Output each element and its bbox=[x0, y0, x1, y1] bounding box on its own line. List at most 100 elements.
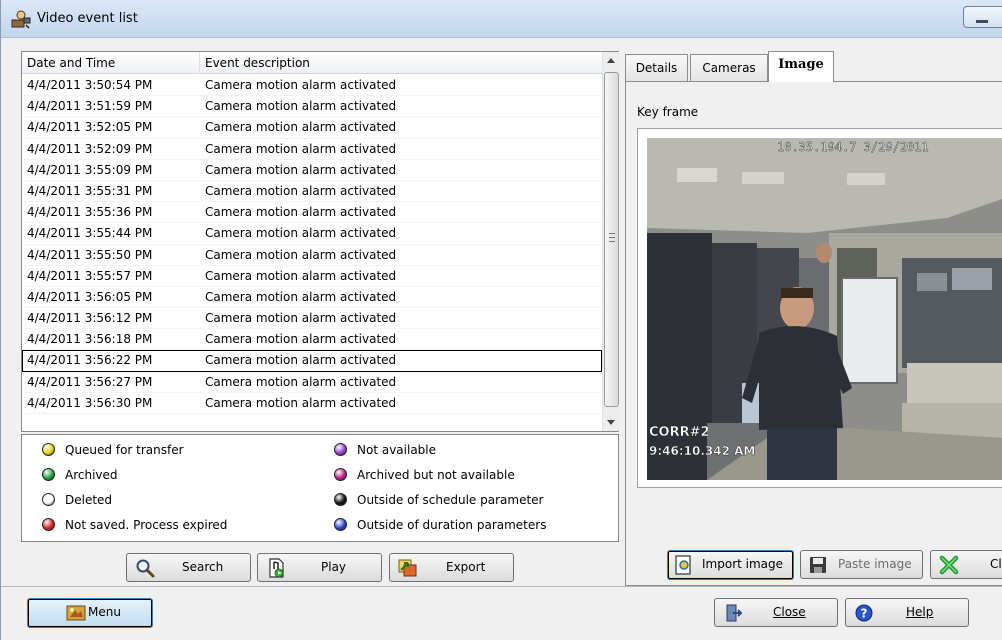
export-icon bbox=[398, 559, 417, 577]
event-date-cell: 4/4/2011 3:55:09 PM bbox=[27, 162, 153, 177]
table-row[interactable]: 4/4/2011 3:55:36 PM Camera motion alarm a… bbox=[22, 202, 602, 224]
event-description-cell: Camera motion alarm activated bbox=[205, 289, 397, 304]
table-row[interactable]: 4/4/2011 3:55:50 PM Camera motion alarm a… bbox=[22, 245, 602, 266]
app-icon bbox=[11, 10, 31, 29]
table-row[interactable]: 4/4/2011 3:56:12 PM Camera motion alarm a… bbox=[22, 308, 602, 330]
event-date-cell: 4/4/2011 3:55:44 PM bbox=[27, 226, 153, 241]
grip-icon bbox=[609, 233, 615, 242]
legend-label: Outside of schedule parameter bbox=[357, 493, 544, 507]
table-row[interactable]: 4/4/2011 3:55:57 PM Camera motion alarm a… bbox=[22, 266, 602, 287]
legend-label: Queued for transfer bbox=[65, 443, 184, 457]
event-description-cell: Camera motion alarm activated bbox=[205, 353, 397, 368]
event-date-cell: 4/4/2011 3:55:31 PM bbox=[27, 183, 153, 198]
event-list[interactable]: Date and Time Event description 4/4/2011… bbox=[21, 51, 619, 432]
video-event-list-window: Video event list Date and Time Event des… bbox=[0, 0, 1002, 640]
play-icon bbox=[269, 558, 284, 578]
import-image-button[interactable]: Import image bbox=[667, 550, 794, 580]
table-row[interactable]: 4/4/2011 3:56:30 PM Camera motion alarm a… bbox=[22, 393, 602, 414]
table-row[interactable]: 4/4/2011 3:56:05 PM Camera motion alarm a… bbox=[22, 287, 602, 309]
export-button[interactable]: Export bbox=[389, 553, 514, 582]
title-bar[interactable]: Video event list bbox=[1, 0, 1002, 38]
status-dot-icon bbox=[334, 468, 347, 481]
status-dot-icon bbox=[334, 443, 347, 456]
table-row[interactable]: 4/4/2011 3:50:54 PM Camera motion alarm a… bbox=[22, 75, 602, 97]
event-description-cell: Camera motion alarm activated bbox=[205, 226, 397, 241]
key-frame-overlay-top: 10.35.194.7 3/29/2011 bbox=[777, 140, 929, 154]
play-label: Play bbox=[321, 560, 347, 574]
key-frame-overlay-camera: CORR#2 bbox=[649, 425, 710, 440]
column-header-description[interactable]: Event description bbox=[200, 52, 602, 74]
help-button[interactable]: ? Help bbox=[845, 598, 969, 627]
legend-label: Not saved. Process expired bbox=[65, 518, 228, 532]
table-row[interactable]: 4/4/2011 3:56:27 PM Camera motion alarm a… bbox=[22, 372, 602, 393]
play-button[interactable]: Play bbox=[257, 553, 382, 582]
status-dot-icon bbox=[42, 493, 55, 506]
legend-label: Not available bbox=[357, 443, 437, 457]
help-label: Help bbox=[906, 605, 934, 619]
event-description-cell: Camera motion alarm activated bbox=[205, 247, 397, 262]
event-description-cell: Camera motion alarm activated bbox=[205, 183, 397, 198]
tab-cameras[interactable]: Cameras bbox=[690, 54, 768, 81]
clear-image-label: Cl bbox=[990, 557, 1002, 571]
legend-label: Deleted bbox=[65, 493, 113, 507]
event-description-cell: Camera motion alarm activated bbox=[205, 268, 397, 283]
export-label: Export bbox=[446, 560, 486, 574]
legend-label: Archived but not available bbox=[357, 468, 515, 482]
status-dot-icon bbox=[42, 518, 55, 531]
legend-label: Outside of duration parameters bbox=[357, 518, 547, 532]
help-icon: ? bbox=[855, 604, 873, 622]
event-date-cell: 4/4/2011 3:55:50 PM bbox=[27, 247, 153, 262]
table-row[interactable]: 4/4/2011 3:56:22 PM Camera motion alarm a… bbox=[22, 350, 602, 372]
menu-label: Menu bbox=[88, 605, 121, 619]
legend-label: Archived bbox=[65, 468, 118, 482]
footer-bar: Menu Close ? Help bbox=[1, 587, 1002, 640]
event-rows: 4/4/2011 3:50:54 PM Camera motion alarm a… bbox=[22, 75, 602, 414]
table-row[interactable]: 4/4/2011 3:55:09 PM Camera motion alarm a… bbox=[22, 160, 602, 181]
table-row[interactable]: 4/4/2011 3:55:31 PM Camera motion alarm a… bbox=[22, 181, 602, 203]
menu-button[interactable]: Menu bbox=[27, 598, 153, 628]
event-description-cell: Camera motion alarm activated bbox=[205, 78, 397, 92]
event-description-cell: Camera motion alarm activated bbox=[205, 374, 397, 389]
exit-door-icon bbox=[726, 604, 743, 622]
clear-image-button[interactable]: Cl bbox=[930, 550, 1002, 579]
search-button[interactable]: Search bbox=[126, 553, 251, 582]
event-date-cell: 4/4/2011 3:52:05 PM bbox=[27, 120, 153, 135]
floppy-icon bbox=[810, 557, 826, 573]
column-header-date[interactable]: Date and Time bbox=[22, 52, 200, 74]
close-button[interactable]: Close bbox=[714, 598, 838, 627]
event-description-cell: Camera motion alarm activated bbox=[205, 162, 397, 177]
scroll-up-arrow-icon[interactable] bbox=[603, 52, 620, 69]
table-row[interactable]: 4/4/2011 3:55:44 PM Camera motion alarm a… bbox=[22, 223, 602, 245]
event-list-scrollbar[interactable] bbox=[602, 52, 619, 431]
close-label: Close bbox=[773, 605, 806, 619]
table-row[interactable]: 4/4/2011 3:52:09 PM Camera motion alarm a… bbox=[22, 139, 602, 160]
scroll-down-arrow-icon[interactable] bbox=[603, 414, 620, 431]
event-date-cell: 4/4/2011 3:50:54 PM bbox=[27, 78, 153, 92]
event-description-cell: Camera motion alarm activated bbox=[205, 311, 397, 326]
scrollbar-thumb[interactable] bbox=[604, 72, 619, 407]
event-description-cell: Camera motion alarm activated bbox=[205, 395, 397, 410]
table-row[interactable]: 4/4/2011 3:51:59 PM Camera motion alarm a… bbox=[22, 96, 602, 118]
table-row[interactable]: 4/4/2011 3:56:18 PM Camera motion alarm a… bbox=[22, 329, 602, 351]
key-frame-label: Key frame bbox=[637, 105, 699, 119]
minimize-button[interactable] bbox=[963, 6, 1002, 28]
status-dot-icon bbox=[334, 518, 347, 531]
event-date-cell: 4/4/2011 3:56:22 PM bbox=[27, 353, 153, 368]
import-icon bbox=[675, 555, 691, 575]
table-row[interactable]: 4/4/2011 3:52:05 PM Camera motion alarm a… bbox=[22, 117, 602, 139]
tab-image[interactable]: Image bbox=[768, 51, 834, 82]
event-date-cell: 4/4/2011 3:56:18 PM bbox=[27, 332, 153, 347]
status-dot-icon bbox=[334, 493, 347, 506]
event-date-cell: 4/4/2011 3:51:59 PM bbox=[27, 99, 153, 114]
status-legend: Queued for transfer Archived Deleted Not sa… bbox=[21, 434, 619, 542]
event-description-cell: Camera motion alarm activated bbox=[205, 332, 397, 347]
import-image-label: Import image bbox=[702, 557, 784, 571]
tab-details[interactable]: Details bbox=[625, 54, 688, 81]
event-date-cell: 4/4/2011 3:55:36 PM bbox=[27, 205, 153, 220]
event-date-cell: 4/4/2011 3:56:12 PM bbox=[27, 311, 153, 326]
key-frame-overlay-time: 9:46:10.342 AM bbox=[649, 444, 755, 458]
status-dot-icon bbox=[42, 468, 55, 481]
window-title: Video event list bbox=[37, 11, 138, 26]
paste-image-button[interactable]: Paste image bbox=[800, 550, 923, 579]
magnifier-icon bbox=[136, 559, 155, 578]
